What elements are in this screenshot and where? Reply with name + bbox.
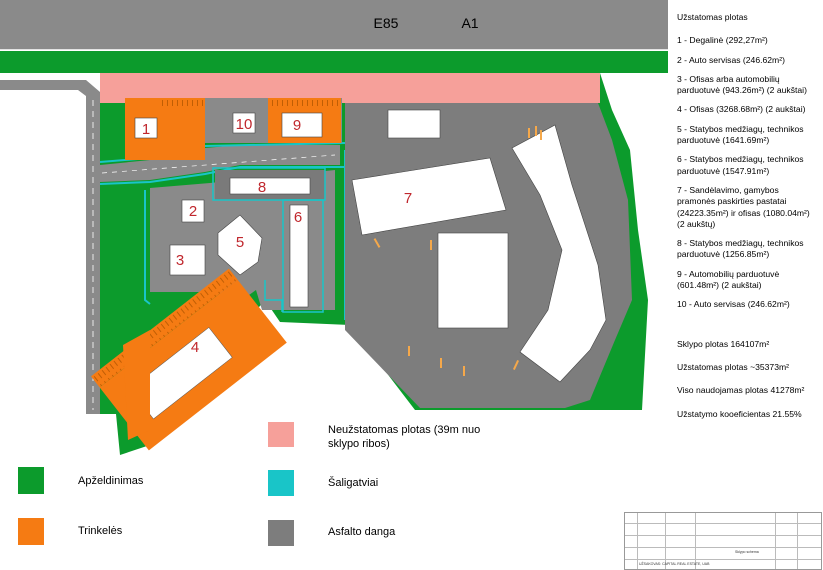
legend: Apželdinimas Trinkelės Neužstatomas plot… xyxy=(18,422,480,546)
building-7-small xyxy=(437,232,509,329)
legend-label-greenery: Apželdinimas xyxy=(78,475,144,487)
notes-item-5: 5 - Statybos medžiagų, technikos parduot… xyxy=(677,123,804,146)
notes-item-8: 8 - Statybos medžiagų, technikos parduot… xyxy=(677,238,804,260)
legend-label-sidewalks: Šaligatviai xyxy=(328,476,378,489)
notes-item-4: 4 - Ofisas (3268.68m²) (2 aukštai) xyxy=(677,104,806,115)
legend-label-pavers: Trinkelės xyxy=(78,525,123,537)
notes-summary: Sklypo plotas 164107m² Užstatomas plotas… xyxy=(677,339,817,420)
plot-number-8: 8 xyxy=(258,179,266,196)
plot-number-3: 3 xyxy=(176,252,184,269)
parking-strip-9 xyxy=(268,98,341,110)
greenery-strip xyxy=(0,51,668,73)
parking-strip-1 xyxy=(162,98,205,110)
legend-swatch-no-build xyxy=(268,422,294,447)
building-7-top xyxy=(387,109,441,139)
notes-title: Užstatomas plotas xyxy=(677,12,748,22)
plot-number-7: 7 xyxy=(404,190,412,207)
title-block-client: UŽSAKOVAS: CAPITAL REAL ESTATE, UAB xyxy=(639,562,710,566)
plot-number-2: 2 xyxy=(189,203,197,220)
legend-label-no-build-2: sklypo ribos) xyxy=(328,438,390,450)
legend-label-asphalt: Asfalto danga xyxy=(328,526,396,538)
building-8 xyxy=(229,177,311,195)
title-block-drawing-name: Sklypo schema xyxy=(735,550,759,554)
summary-total-area: Viso naudojamas plotas 41278m² xyxy=(677,385,805,396)
plot-number-6: 6 xyxy=(294,209,302,226)
summary-site-area: Sklypo plotas 164107m² xyxy=(677,338,770,349)
area-notes: Užstatomas plotas 1 - Degalinė (292,27m²… xyxy=(677,12,817,432)
highway-e85-a1 xyxy=(0,0,668,50)
notes-item-1: 1 - Degalinė (292,27m²) xyxy=(677,35,768,46)
notes-item-9: 9 - Automobilių parduotuvė (601.48m²) (2… xyxy=(677,268,780,291)
notes-list: 1 - Degalinė (292,27m²) 2 - Auto servisa… xyxy=(677,35,817,310)
notes-item-2: 2 - Auto servisas (246.62m²) xyxy=(677,54,785,65)
notes-item-6: 6 - Statybos medžiagų, technikos parduot… xyxy=(677,154,804,176)
legend-swatch-asphalt xyxy=(268,520,294,546)
legend-swatch-sidewalks xyxy=(268,470,294,496)
legend-swatch-pavers xyxy=(18,518,44,545)
access-road xyxy=(0,80,100,414)
notes-item-10: 10 - Auto servisas (246.62m²) xyxy=(677,299,790,310)
summary-built-area: Užstatomas plotas ~35373m² xyxy=(677,361,790,372)
notes-item-7: 7 - Sandėlavimo, gamybos pramonės paskir… xyxy=(677,184,810,229)
plot-number-1: 1 xyxy=(142,121,150,138)
plot-number-10: 10 xyxy=(236,116,253,133)
plot-number-4: 4 xyxy=(191,339,199,356)
legend-label-no-build-1: Neužstatomas plotas (39m nuo xyxy=(328,424,480,436)
summary-coefficient: Užstatymo kooeficientas 21.55% xyxy=(677,408,802,419)
notes-item-3: 3 - Ofisas arba automobilių parduotuvė (… xyxy=(677,73,807,96)
road-label-a1: A1 xyxy=(461,15,478,31)
legend-swatch-greenery xyxy=(18,467,44,494)
plot-number-9: 9 xyxy=(293,117,301,134)
building-9 xyxy=(281,112,323,138)
road-label-e85: E85 xyxy=(374,15,399,31)
plot-number-5: 5 xyxy=(236,234,244,251)
title-block: Sklypo schema UŽSAKOVAS: CAPITAL REAL ES… xyxy=(624,512,822,570)
